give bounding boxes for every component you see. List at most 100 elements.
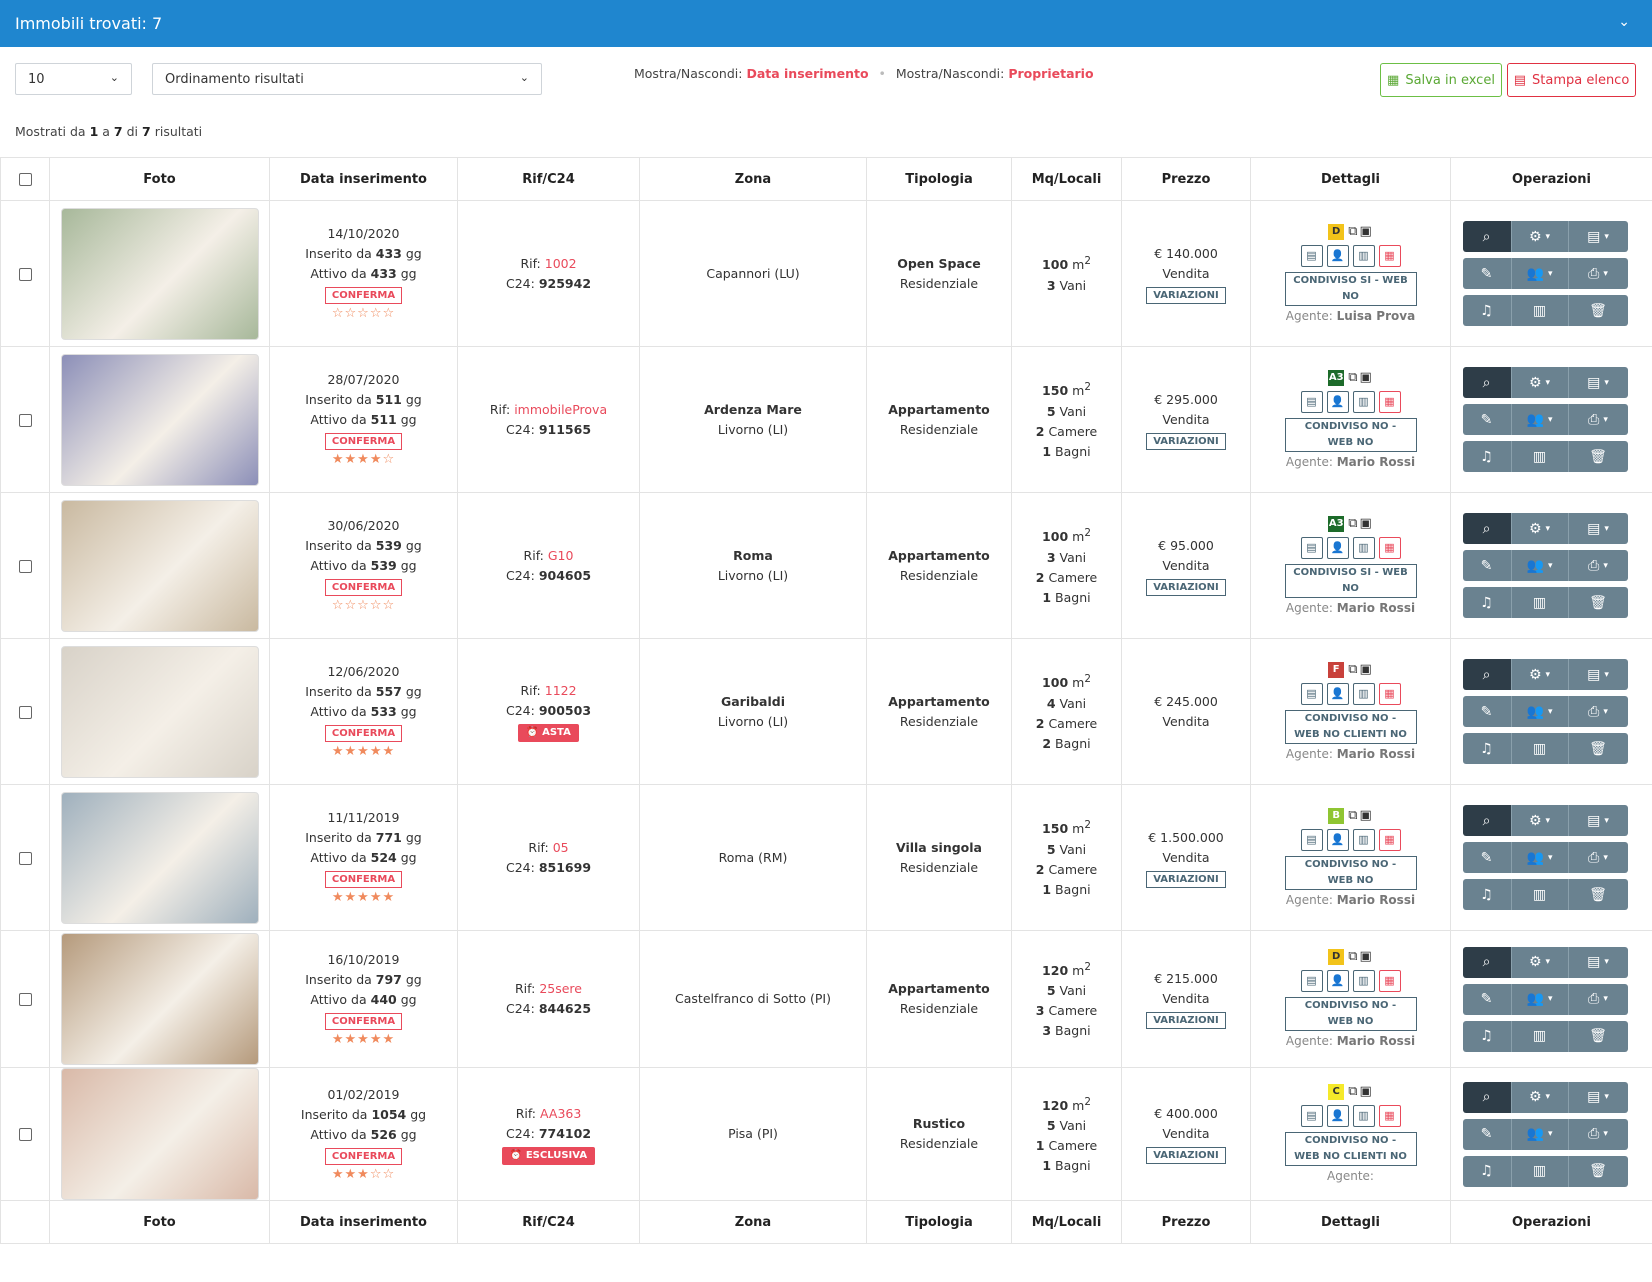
row-checkbox[interactable] [18, 851, 32, 865]
delete-button[interactable]: 🗑 [1568, 587, 1628, 618]
row-checkbox[interactable] [18, 413, 32, 427]
building-icon[interactable]: ▦ [1378, 970, 1401, 993]
toggle-proprietario-link[interactable]: Proprietario [1008, 66, 1093, 81]
delete-button[interactable]: 🗑 [1568, 295, 1628, 326]
row-checkbox[interactable] [18, 705, 32, 719]
users-dropdown-button[interactable]: 👥 ▾ [1511, 258, 1569, 289]
document-icon[interactable]: ▤ [1300, 682, 1323, 705]
document-dropdown-button[interactable]: ▤ ▾ [1568, 946, 1628, 978]
edit-button[interactable]: ✎ [1462, 1118, 1512, 1150]
settings-dropdown-button[interactable]: ⚙ ▾ [1511, 367, 1569, 398]
video-icon[interactable]: ▣ [1360, 514, 1372, 534]
users-dropdown-button[interactable]: 👥 ▾ [1511, 983, 1569, 1015]
order-select[interactable]: Ordinamento risultati ⌄ [152, 63, 542, 95]
row-checkbox[interactable] [18, 1128, 32, 1141]
users-dropdown-button[interactable]: 👥 ▾ [1511, 404, 1569, 435]
document-dropdown-button[interactable]: ▤ ▾ [1568, 367, 1628, 398]
delete-button[interactable]: 🗑 [1568, 733, 1628, 764]
settings-dropdown-button[interactable]: ⚙ ▾ [1511, 513, 1569, 544]
rooms-icon[interactable]: ▥ [1352, 390, 1375, 413]
property-photo[interactable] [60, 207, 259, 340]
media-button[interactable]: ♫ [1462, 441, 1512, 472]
variazioni-button[interactable]: VARIAZIONI [1146, 578, 1226, 596]
print-dropdown-button[interactable]: ⎙ ▾ [1568, 404, 1628, 435]
document-icon[interactable]: ▤ [1300, 1105, 1323, 1128]
rif-link[interactable]: AA363 [540, 1106, 581, 1121]
edit-button[interactable]: ✎ [1462, 696, 1512, 727]
rooms-icon[interactable]: ▥ [1352, 244, 1375, 267]
sharing-status-badge[interactable]: CONDIVISO NO - WEB NO [1284, 997, 1417, 1032]
owner-icon[interactable]: 👤 [1326, 390, 1349, 413]
settings-dropdown-button[interactable]: ⚙ ▾ [1511, 946, 1569, 978]
document-icon[interactable]: ▤ [1300, 970, 1323, 993]
users-dropdown-button[interactable]: 👥 ▾ [1511, 550, 1569, 581]
users-dropdown-button[interactable]: 👥 ▾ [1511, 842, 1569, 873]
conferma-button[interactable]: CONFERMA [324, 579, 403, 596]
images-icon[interactable]: ⧉ [1348, 806, 1357, 826]
search-button[interactable]: ⌕ [1462, 1081, 1512, 1113]
owner-icon[interactable]: 👤 [1326, 1105, 1349, 1128]
conferma-button[interactable]: CONFERMA [324, 725, 403, 742]
print-dropdown-button[interactable]: ⎙ ▾ [1568, 550, 1628, 581]
images-icon[interactable]: ⧉ [1348, 368, 1357, 388]
print-dropdown-button[interactable]: ⎙ ▾ [1568, 258, 1628, 289]
video-icon[interactable]: ▣ [1360, 222, 1372, 242]
images-icon[interactable]: ⧉ [1348, 660, 1357, 680]
document-dropdown-button[interactable]: ▤ ▾ [1568, 1081, 1628, 1113]
owner-icon[interactable]: 👤 [1326, 536, 1349, 559]
print-dropdown-button[interactable]: ⎙ ▾ [1568, 842, 1628, 873]
rooms-icon[interactable]: ▥ [1352, 682, 1375, 705]
owner-icon[interactable]: 👤 [1326, 828, 1349, 851]
variazioni-button[interactable]: VARIAZIONI [1146, 870, 1226, 888]
conferma-button[interactable]: CONFERMA [324, 433, 403, 450]
rif-link[interactable]: 05 [553, 840, 569, 855]
document-icon[interactable]: ▤ [1300, 828, 1323, 851]
document-dropdown-button[interactable]: ▤ ▾ [1568, 513, 1628, 544]
property-photo[interactable] [60, 933, 259, 1065]
settings-dropdown-button[interactable]: ⚙ ▾ [1511, 659, 1569, 690]
row-checkbox[interactable] [18, 559, 32, 573]
media-button[interactable]: ♫ [1462, 587, 1512, 618]
results-header[interactable]: Immobili trovati: 7 ⌄ [0, 0, 1652, 47]
rooms-button[interactable]: ▥ [1511, 295, 1569, 326]
rooms-icon[interactable]: ▥ [1352, 536, 1375, 559]
media-button[interactable]: ♫ [1462, 1020, 1512, 1052]
sharing-status-badge[interactable]: CONDIVISO NO - WEB NO CLIENTI NO [1284, 1132, 1417, 1167]
delete-button[interactable]: 🗑 [1568, 1155, 1628, 1187]
rif-link[interactable]: 25sere [539, 981, 582, 996]
conferma-button[interactable]: CONFERMA [324, 287, 403, 304]
users-dropdown-button[interactable]: 👥 ▾ [1511, 696, 1569, 727]
variazioni-button[interactable]: VARIAZIONI [1146, 1012, 1226, 1029]
per-page-select[interactable]: 10 ⌄ [15, 63, 132, 95]
building-icon[interactable]: ▦ [1378, 1105, 1401, 1128]
rating-stars[interactable]: ☆☆☆☆☆ [274, 305, 453, 323]
video-icon[interactable]: ▣ [1360, 1082, 1372, 1102]
images-icon[interactable]: ⧉ [1348, 947, 1357, 967]
rating-stars[interactable]: ★★★☆☆ [274, 1166, 453, 1184]
images-icon[interactable]: ⧉ [1348, 514, 1357, 534]
rooms-button[interactable]: ▥ [1511, 1020, 1569, 1052]
chevron-down-icon[interactable]: ⌄ [1618, 14, 1630, 30]
select-all-checkbox[interactable] [18, 172, 32, 186]
delete-button[interactable]: 🗑 [1568, 879, 1628, 910]
edit-button[interactable]: ✎ [1462, 258, 1512, 289]
search-button[interactable]: ⌕ [1462, 221, 1512, 252]
building-icon[interactable]: ▦ [1378, 244, 1401, 267]
conferma-button[interactable]: CONFERMA [324, 1147, 403, 1165]
row-checkbox[interactable] [18, 267, 32, 281]
rif-link[interactable]: 1122 [545, 683, 577, 698]
rooms-button[interactable]: ▥ [1511, 587, 1569, 618]
variazioni-button[interactable]: VARIAZIONI [1146, 1147, 1226, 1164]
save-excel-button[interactable]: ▦ Salva in excel [1380, 63, 1502, 97]
sharing-status-badge[interactable]: CONDIVISO NO - WEB NO [1284, 417, 1417, 452]
search-button[interactable]: ⌕ [1462, 513, 1512, 544]
property-photo[interactable] [60, 791, 259, 924]
images-icon[interactable]: ⧉ [1348, 222, 1357, 242]
property-photo[interactable] [60, 353, 259, 486]
media-button[interactable]: ♫ [1462, 295, 1512, 326]
building-icon[interactable]: ▦ [1378, 390, 1401, 413]
rating-stars[interactable]: ★★★★☆ [274, 451, 453, 469]
settings-dropdown-button[interactable]: ⚙ ▾ [1511, 805, 1569, 836]
media-button[interactable]: ♫ [1462, 879, 1512, 910]
document-dropdown-button[interactable]: ▤ ▾ [1568, 221, 1628, 252]
